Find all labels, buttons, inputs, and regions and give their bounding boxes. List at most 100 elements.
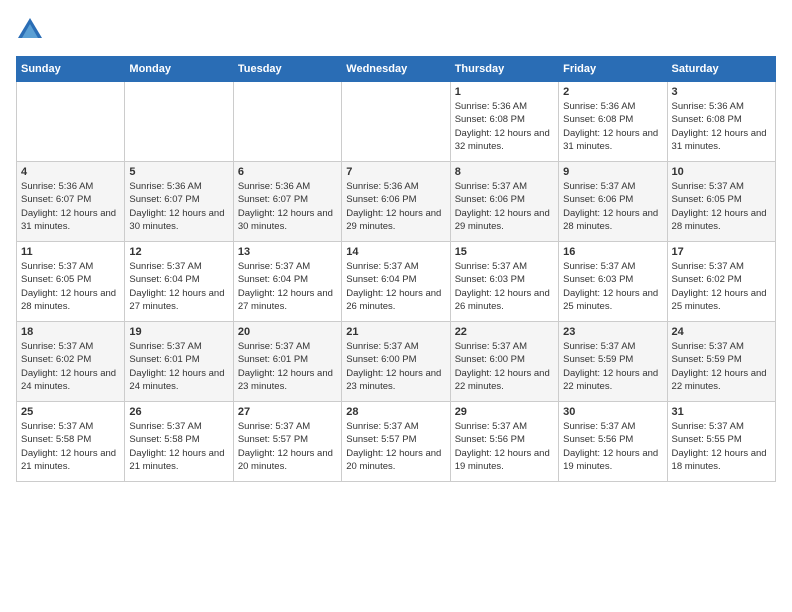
day-info: Sunrise: 5:37 AMSunset: 5:58 PMDaylight:… xyxy=(21,420,120,473)
calendar-week-3: 11 Sunrise: 5:37 AMSunset: 6:05 PMDayligh… xyxy=(17,242,776,322)
day-info: Sunrise: 5:37 AMSunset: 6:04 PMDaylight:… xyxy=(238,260,337,313)
calendar-cell xyxy=(342,82,450,162)
day-number: 23 xyxy=(563,326,662,338)
calendar-header-row: SundayMondayTuesdayWednesdayThursdayFrid… xyxy=(17,57,776,82)
calendar-cell: 30 Sunrise: 5:37 AMSunset: 5:56 PMDayligh… xyxy=(559,402,667,482)
calendar-cell: 22 Sunrise: 5:37 AMSunset: 6:00 PMDayligh… xyxy=(450,322,558,402)
calendar-cell: 17 Sunrise: 5:37 AMSunset: 6:02 PMDayligh… xyxy=(667,242,775,322)
day-number: 24 xyxy=(672,326,771,338)
day-number: 11 xyxy=(21,246,120,258)
day-info: Sunrise: 5:37 AMSunset: 5:55 PMDaylight:… xyxy=(672,420,771,473)
day-info: Sunrise: 5:36 AMSunset: 6:06 PMDaylight:… xyxy=(346,180,445,233)
calendar-cell: 16 Sunrise: 5:37 AMSunset: 6:03 PMDayligh… xyxy=(559,242,667,322)
day-info: Sunrise: 5:37 AMSunset: 5:56 PMDaylight:… xyxy=(563,420,662,473)
header-monday: Monday xyxy=(125,57,233,82)
day-number: 26 xyxy=(129,406,228,418)
day-info: Sunrise: 5:36 AMSunset: 6:07 PMDaylight:… xyxy=(238,180,337,233)
calendar-cell: 14Sunrise: 5:37 AMSunset: 6:04 PMDayligh… xyxy=(342,242,450,322)
day-info: Sunrise: 5:37 AMSunset: 5:56 PMDaylight:… xyxy=(455,420,554,473)
calendar-cell xyxy=(125,82,233,162)
day-number: 3 xyxy=(672,86,771,98)
calendar-cell: 18Sunrise: 5:37 AMSunset: 6:02 PMDayligh… xyxy=(17,322,125,402)
day-info: Sunrise: 5:37 AMSunset: 6:05 PMDaylight:… xyxy=(21,260,120,313)
day-info: Sunrise: 5:36 AMSunset: 6:08 PMDaylight:… xyxy=(672,100,771,153)
day-info: Sunrise: 5:37 AMSunset: 6:04 PMDaylight:… xyxy=(129,260,228,313)
day-info: Sunrise: 5:37 AMSunset: 5:58 PMDaylight:… xyxy=(129,420,228,473)
calendar-cell: 25Sunrise: 5:37 AMSunset: 5:58 PMDayligh… xyxy=(17,402,125,482)
logo-icon xyxy=(16,16,44,44)
calendar-cell: 27Sunrise: 5:37 AMSunset: 5:57 PMDayligh… xyxy=(233,402,341,482)
calendar-cell: 11 Sunrise: 5:37 AMSunset: 6:05 PMDayligh… xyxy=(17,242,125,322)
day-number: 7 xyxy=(346,166,445,178)
header-friday: Friday xyxy=(559,57,667,82)
calendar-week-4: 18Sunrise: 5:37 AMSunset: 6:02 PMDayligh… xyxy=(17,322,776,402)
calendar-cell: 5 Sunrise: 5:36 AMSunset: 6:07 PMDaylight… xyxy=(125,162,233,242)
day-info: Sunrise: 5:36 AMSunset: 6:07 PMDaylight:… xyxy=(129,180,228,233)
calendar-cell: 7 Sunrise: 5:36 AMSunset: 6:06 PMDaylight… xyxy=(342,162,450,242)
day-number: 22 xyxy=(455,326,554,338)
day-info: Sunrise: 5:37 AMSunset: 6:02 PMDaylight:… xyxy=(672,260,771,313)
day-number: 12 xyxy=(129,246,228,258)
calendar-cell: 23Sunrise: 5:37 AMSunset: 5:59 PMDayligh… xyxy=(559,322,667,402)
day-number: 10 xyxy=(672,166,771,178)
day-number: 20 xyxy=(238,326,337,338)
calendar-cell: 19 Sunrise: 5:37 AMSunset: 6:01 PMDayligh… xyxy=(125,322,233,402)
calendar-cell: 31 Sunrise: 5:37 AMSunset: 5:55 PMDayligh… xyxy=(667,402,775,482)
header-thursday: Thursday xyxy=(450,57,558,82)
calendar-cell: 13 Sunrise: 5:37 AMSunset: 6:04 PMDayligh… xyxy=(233,242,341,322)
day-info: Sunrise: 5:36 AMSunset: 6:08 PMDaylight:… xyxy=(563,100,662,153)
day-info: Sunrise: 5:37 AMSunset: 6:00 PMDaylight:… xyxy=(455,340,554,393)
calendar-cell: 6 Sunrise: 5:36 AMSunset: 6:07 PMDaylight… xyxy=(233,162,341,242)
day-info: Sunrise: 5:37 AMSunset: 6:05 PMDaylight:… xyxy=(672,180,771,233)
calendar-cell: 1Sunrise: 5:36 AMSunset: 6:08 PMDaylight… xyxy=(450,82,558,162)
calendar-cell: 24 Sunrise: 5:37 AMSunset: 5:59 PMDayligh… xyxy=(667,322,775,402)
calendar-cell: 29 Sunrise: 5:37 AMSunset: 5:56 PMDayligh… xyxy=(450,402,558,482)
calendar-cell: 12 Sunrise: 5:37 AMSunset: 6:04 PMDayligh… xyxy=(125,242,233,322)
calendar-cell: 8 Sunrise: 5:37 AMSunset: 6:06 PMDaylight… xyxy=(450,162,558,242)
calendar-week-1: 1 Sunrise: 5:36 AMSunset: 6:08 PMDaylight… xyxy=(17,82,776,162)
day-info: Sunrise: 5:37 AMSunset: 6:03 PMDaylight:… xyxy=(563,260,662,313)
day-number: 30 xyxy=(563,406,662,418)
header-tuesday: Tuesday xyxy=(233,57,341,82)
day-info: Sunrise: 5:37 AMSunset: 6:04 PMDaylight:… xyxy=(346,260,445,313)
day-number: 17 xyxy=(672,246,771,258)
calendar-cell: 28 Sunrise: 5:37 AMSunset: 5:57 PMDayligh… xyxy=(342,402,450,482)
calendar-cell: 26 Sunrise: 5:37 AMSunset: 5:58 PMDayligh… xyxy=(125,402,233,482)
day-number: 29 xyxy=(455,406,554,418)
calendar-cell: 20 Sunrise: 5:37 AMSunset: 6:01 PMDayligh… xyxy=(233,322,341,402)
calendar-cell: 21Sunrise: 5:37 AMSunset: 6:00 PMDayligh… xyxy=(342,322,450,402)
day-info: Sunrise: 5:37 AMSunset: 5:59 PMDaylight:… xyxy=(672,340,771,393)
calendar-cell: 9Sunrise: 5:37 AMSunset: 6:06 PMDaylight… xyxy=(559,162,667,242)
day-number: 4 xyxy=(21,166,120,178)
page-header xyxy=(16,16,776,44)
calendar-cell xyxy=(233,82,341,162)
calendar-cell: 10 Sunrise: 5:37 AMSunset: 6:05 PMDayligh… xyxy=(667,162,775,242)
header-wednesday: Wednesday xyxy=(342,57,450,82)
day-number: 6 xyxy=(238,166,337,178)
day-number: 15 xyxy=(455,246,554,258)
day-number: 2 xyxy=(563,86,662,98)
day-number: 1 xyxy=(455,86,554,98)
day-number: 13 xyxy=(238,246,337,258)
calendar-week-5: 25Sunrise: 5:37 AMSunset: 5:58 PMDayligh… xyxy=(17,402,776,482)
day-number: 19 xyxy=(129,326,228,338)
header-saturday: Saturday xyxy=(667,57,775,82)
calendar-week-2: 4 Sunrise: 5:36 AMSunset: 6:07 PMDaylight… xyxy=(17,162,776,242)
header-sunday: Sunday xyxy=(17,57,125,82)
day-number: 16 xyxy=(563,246,662,258)
day-number: 8 xyxy=(455,166,554,178)
day-number: 27 xyxy=(238,406,337,418)
day-info: Sunrise: 5:37 AMSunset: 5:57 PMDaylight:… xyxy=(346,420,445,473)
day-info: Sunrise: 5:37 AMSunset: 6:00 PMDaylight:… xyxy=(346,340,445,393)
day-number: 28 xyxy=(346,406,445,418)
day-number: 5 xyxy=(129,166,228,178)
day-info: Sunrise: 5:37 AMSunset: 6:01 PMDaylight:… xyxy=(129,340,228,393)
day-info: Sunrise: 5:37 AMSunset: 6:06 PMDaylight:… xyxy=(563,180,662,233)
day-info: Sunrise: 5:36 AMSunset: 6:07 PMDaylight:… xyxy=(21,180,120,233)
day-info: Sunrise: 5:37 AMSunset: 6:01 PMDaylight:… xyxy=(238,340,337,393)
day-info: Sunrise: 5:37 AMSunset: 6:06 PMDaylight:… xyxy=(455,180,554,233)
calendar-cell: 2 Sunrise: 5:36 AMSunset: 6:08 PMDaylight… xyxy=(559,82,667,162)
calendar-cell: 15Sunrise: 5:37 AMSunset: 6:03 PMDayligh… xyxy=(450,242,558,322)
day-number: 31 xyxy=(672,406,771,418)
calendar-cell: 3 Sunrise: 5:36 AMSunset: 6:08 PMDaylight… xyxy=(667,82,775,162)
